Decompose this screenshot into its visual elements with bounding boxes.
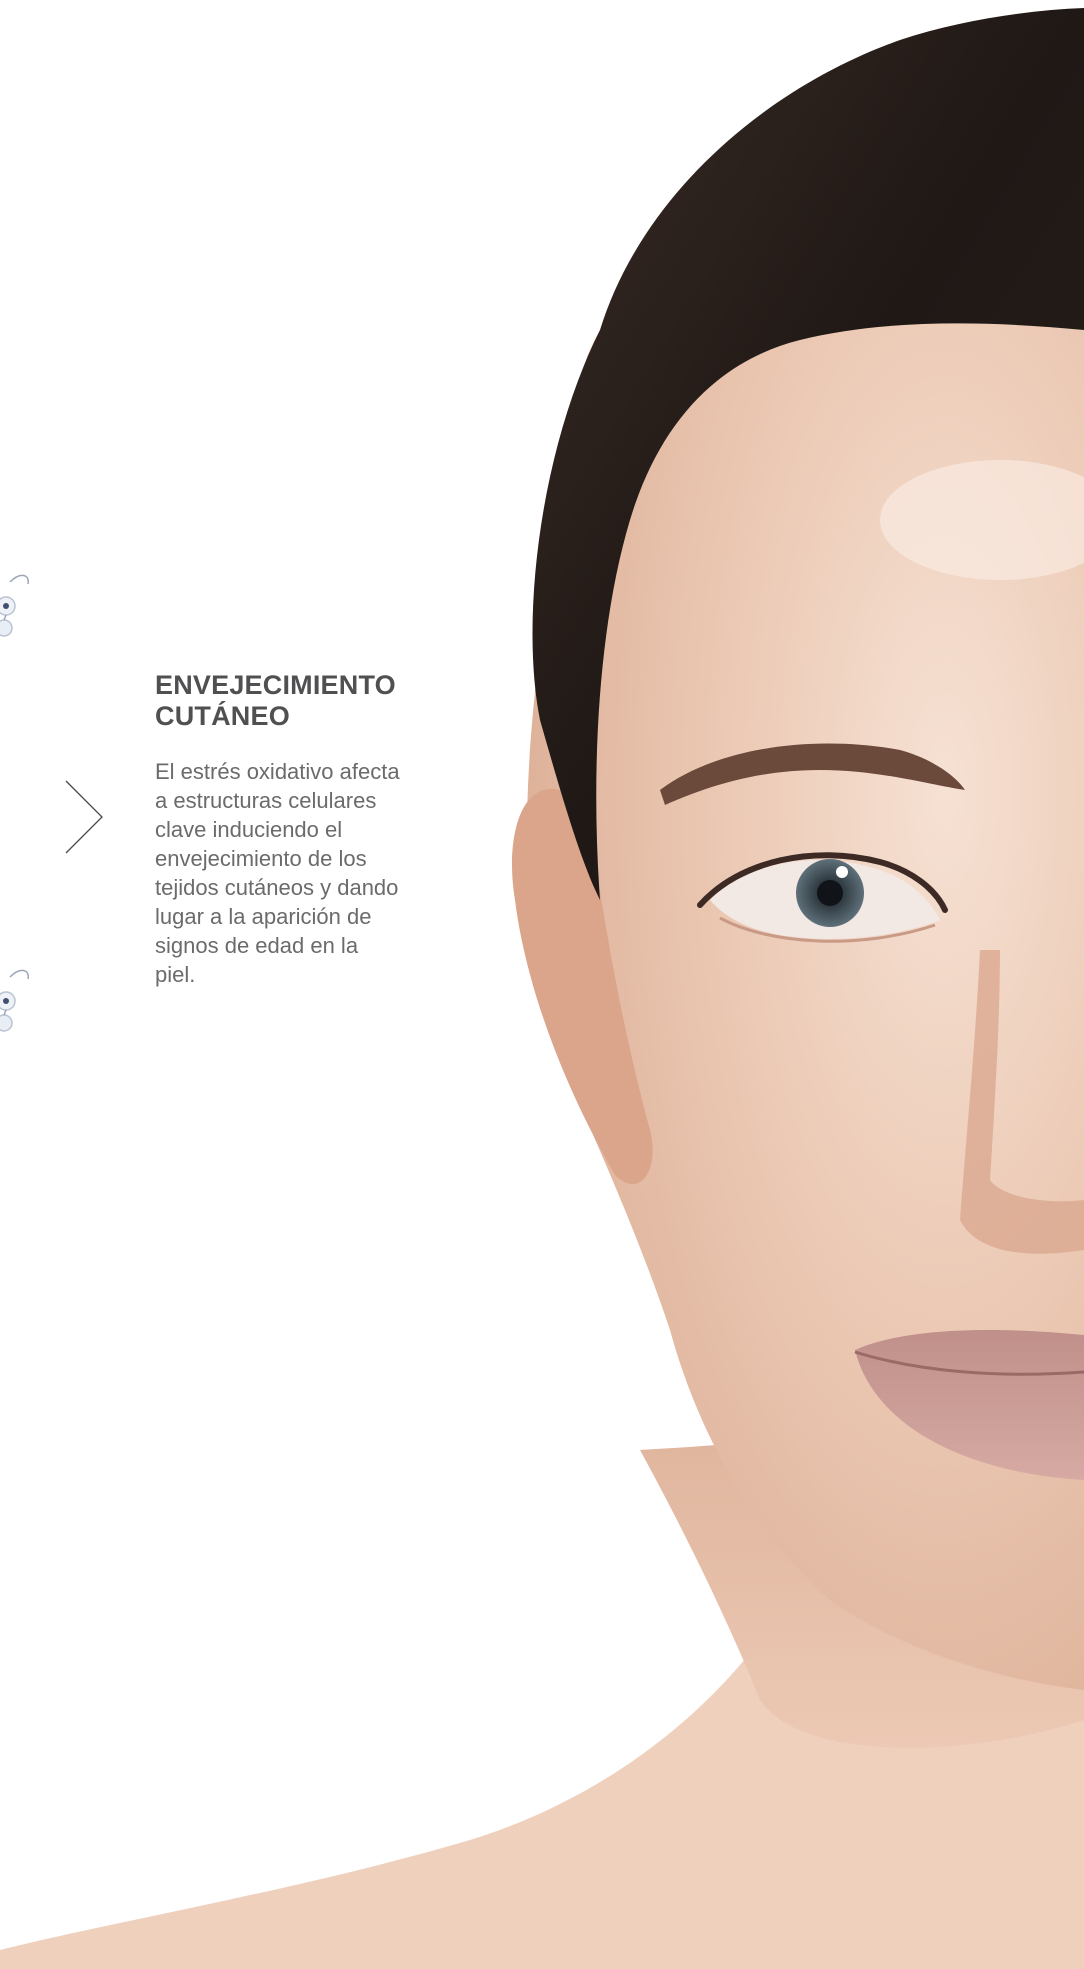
- body-line: clave induciendo el: [155, 817, 343, 842]
- article-heading: ENVEJECIMIENTO CUTÁNEO: [155, 670, 445, 732]
- body-line: signos de edad en la: [155, 933, 359, 958]
- article-text: ENVEJECIMIENTO CUTÁNEO El estrés oxidati…: [155, 670, 445, 989]
- article-body: El estrés oxidativo afecta a estructuras…: [155, 757, 445, 989]
- body-line: envejecimiento de los: [155, 846, 367, 871]
- body-line: lugar a la aparición de: [155, 904, 372, 929]
- body-line: a estructuras celulares: [155, 788, 377, 813]
- body-line: tejidos cutáneos y dando: [155, 875, 399, 900]
- heading-line-2: CUTÁNEO: [155, 701, 290, 731]
- body-line: piel.: [155, 962, 196, 987]
- chevron-right-icon: [65, 780, 103, 854]
- page: ENVEJECIMIENTO CUTÁNEO El estrés oxidati…: [0, 0, 1084, 1969]
- molecule-icon: [0, 969, 29, 1032]
- molecule-icon: [0, 574, 29, 637]
- body-line: El estrés oxidativo afecta: [155, 759, 400, 784]
- heading-line-1: ENVEJECIMIENTO: [155, 670, 396, 700]
